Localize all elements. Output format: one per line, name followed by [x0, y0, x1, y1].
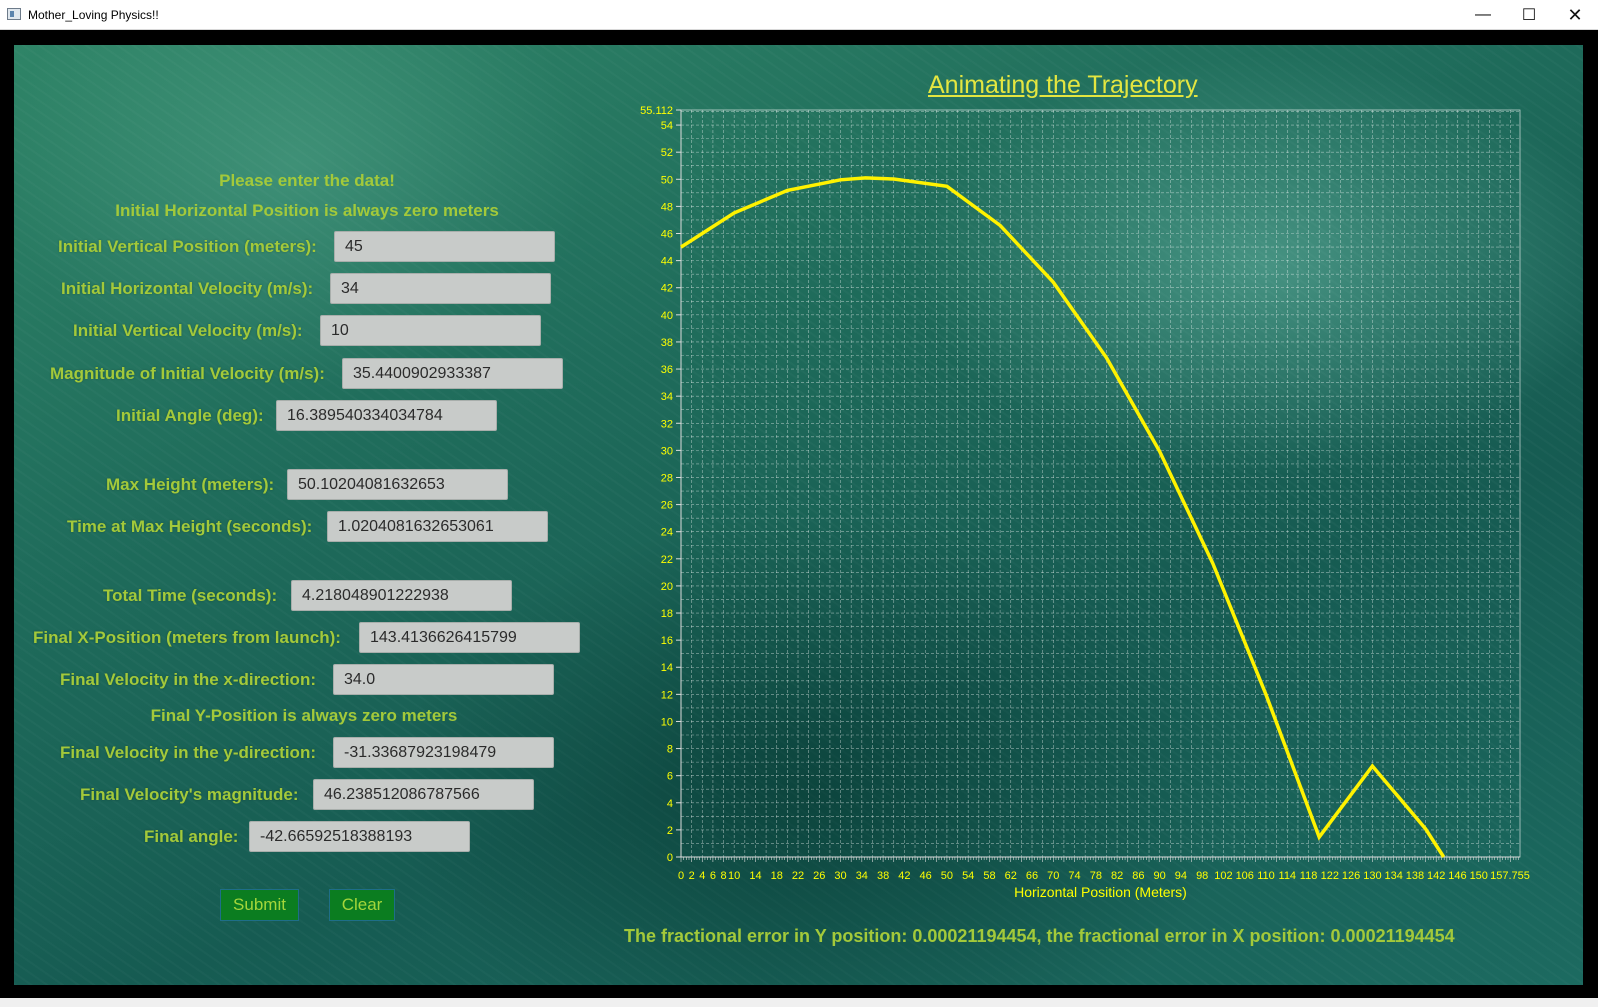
taskbar-strip [0, 998, 1598, 1007]
y-tick-label: 44 [661, 256, 673, 268]
x-tick-label: 102 [1214, 870, 1232, 882]
x-tick-label: 50 [941, 870, 953, 882]
x-tick-label: 150 [1470, 870, 1488, 882]
fractional-error-text: The fractional error in Y position: 0.00… [624, 926, 1455, 946]
x-tick-label: 62 [1005, 870, 1017, 882]
x-tick-label: 6 [710, 870, 716, 882]
y-tick-label: 2 [667, 825, 673, 837]
x-tick-label: 74 [1068, 870, 1080, 882]
x-tick-label: 114 [1279, 870, 1297, 882]
x-tick-label: 0 [678, 870, 684, 882]
x-tick-label: 157.755 [1490, 870, 1530, 882]
x-tick-label: 38 [877, 870, 889, 882]
x-tick-label: 8 [720, 870, 726, 882]
y-tick-label: 26 [661, 500, 673, 512]
x-tick-label: 26 [813, 870, 825, 882]
y-tick-label: 18 [661, 608, 673, 620]
close-button[interactable]: ✕ [1552, 0, 1598, 30]
x-axis-ticks: 0 2 4 6 8 10 14 18 22 26 30 34 38 42 46 50 54 58 62 66 70 74 7… [678, 857, 1530, 882]
title-bar: Mother_Loving Physics!! — ☐ ✕ [0, 0, 1598, 30]
y-tick-label: 34 [661, 391, 673, 403]
y-tick-label: 46 [661, 229, 673, 241]
x-axis-label: Horizontal Position (Meters) [1014, 884, 1187, 900]
x-tick-label: 54 [962, 870, 974, 882]
x-tick-label: 130 [1363, 870, 1381, 882]
y-tick-label: 42 [661, 283, 673, 295]
x-tick-label: 2 [689, 870, 695, 882]
x-tick-label: 10 [728, 870, 740, 882]
x-tick-label: 110 [1257, 870, 1275, 882]
x-tick-label: 142 [1427, 870, 1445, 882]
y-tick-label: 14 [661, 662, 673, 674]
chart-grid [680, 109, 1521, 858]
x-tick-label: 146 [1448, 870, 1466, 882]
x-tick-label: 126 [1342, 870, 1360, 882]
x-tick-label: 98 [1196, 870, 1208, 882]
y-tick-label: 24 [661, 527, 673, 539]
y-tick-label: 28 [661, 472, 673, 484]
app-icon [7, 8, 21, 20]
maximize-button[interactable]: ☐ [1506, 0, 1552, 30]
x-tick-label: 78 [1090, 870, 1102, 882]
trajectory-curve [680, 176, 1446, 858]
y-tick-label: 52 [661, 147, 673, 159]
window-title: Mother_Loving Physics!! [28, 8, 159, 22]
y-tick-label: 32 [661, 418, 673, 430]
y-axis-ticks: 0246810121416182022242628303234363840424… [640, 105, 681, 864]
x-tick-label: 118 [1300, 870, 1318, 882]
x-tick-label: 86 [1132, 870, 1144, 882]
y-tick-label: 48 [661, 201, 673, 213]
x-tick-label: 30 [834, 870, 846, 882]
x-tick-label: 58 [983, 870, 995, 882]
y-tick-label: 20 [661, 581, 673, 593]
x-tick-label: 70 [1047, 870, 1059, 882]
trajectory-chart: 0246810121416182022242628303234363840424… [640, 105, 1530, 900]
x-tick-label: 4 [699, 870, 705, 882]
x-tick-label: 14 [749, 870, 761, 882]
y-tick-label: 30 [661, 445, 673, 457]
x-tick-label: 82 [1111, 870, 1123, 882]
x-tick-label: 22 [792, 870, 804, 882]
x-tick-label: 106 [1236, 870, 1254, 882]
y-tick-label: 38 [661, 337, 673, 349]
y-tick-label: 55.112 [640, 105, 673, 117]
y-tick-label: 16 [661, 635, 673, 647]
x-tick-label: 34 [856, 870, 868, 882]
plot-frame [680, 109, 1521, 858]
x-tick-label: 94 [1175, 870, 1187, 882]
y-tick-label: 6 [667, 771, 673, 783]
y-tick-label: 40 [661, 310, 673, 322]
y-tick-label: 4 [667, 798, 673, 810]
x-tick-label: 90 [1154, 870, 1166, 882]
y-tick-label: 0 [667, 852, 673, 864]
app-content: Please enter the data! Initial Horizonta… [14, 45, 1583, 985]
y-tick-label: 22 [661, 554, 673, 566]
y-tick-label: 12 [661, 689, 673, 701]
x-tick-label: 42 [898, 870, 910, 882]
x-tick-label: 46 [920, 870, 932, 882]
x-tick-label: 138 [1406, 870, 1424, 882]
chart-axes [680, 110, 1520, 858]
y-tick-label: 10 [661, 716, 673, 728]
y-tick-label: 50 [661, 174, 673, 186]
x-tick-label: 18 [771, 870, 783, 882]
minimize-button[interactable]: — [1460, 0, 1506, 30]
x-tick-label: 122 [1321, 870, 1339, 882]
y-tick-label: 54 [661, 120, 673, 132]
x-tick-label: 134 [1384, 870, 1402, 882]
y-tick-label: 8 [667, 744, 673, 756]
x-tick-label: 66 [1026, 870, 1038, 882]
y-tick-label: 36 [661, 364, 673, 376]
